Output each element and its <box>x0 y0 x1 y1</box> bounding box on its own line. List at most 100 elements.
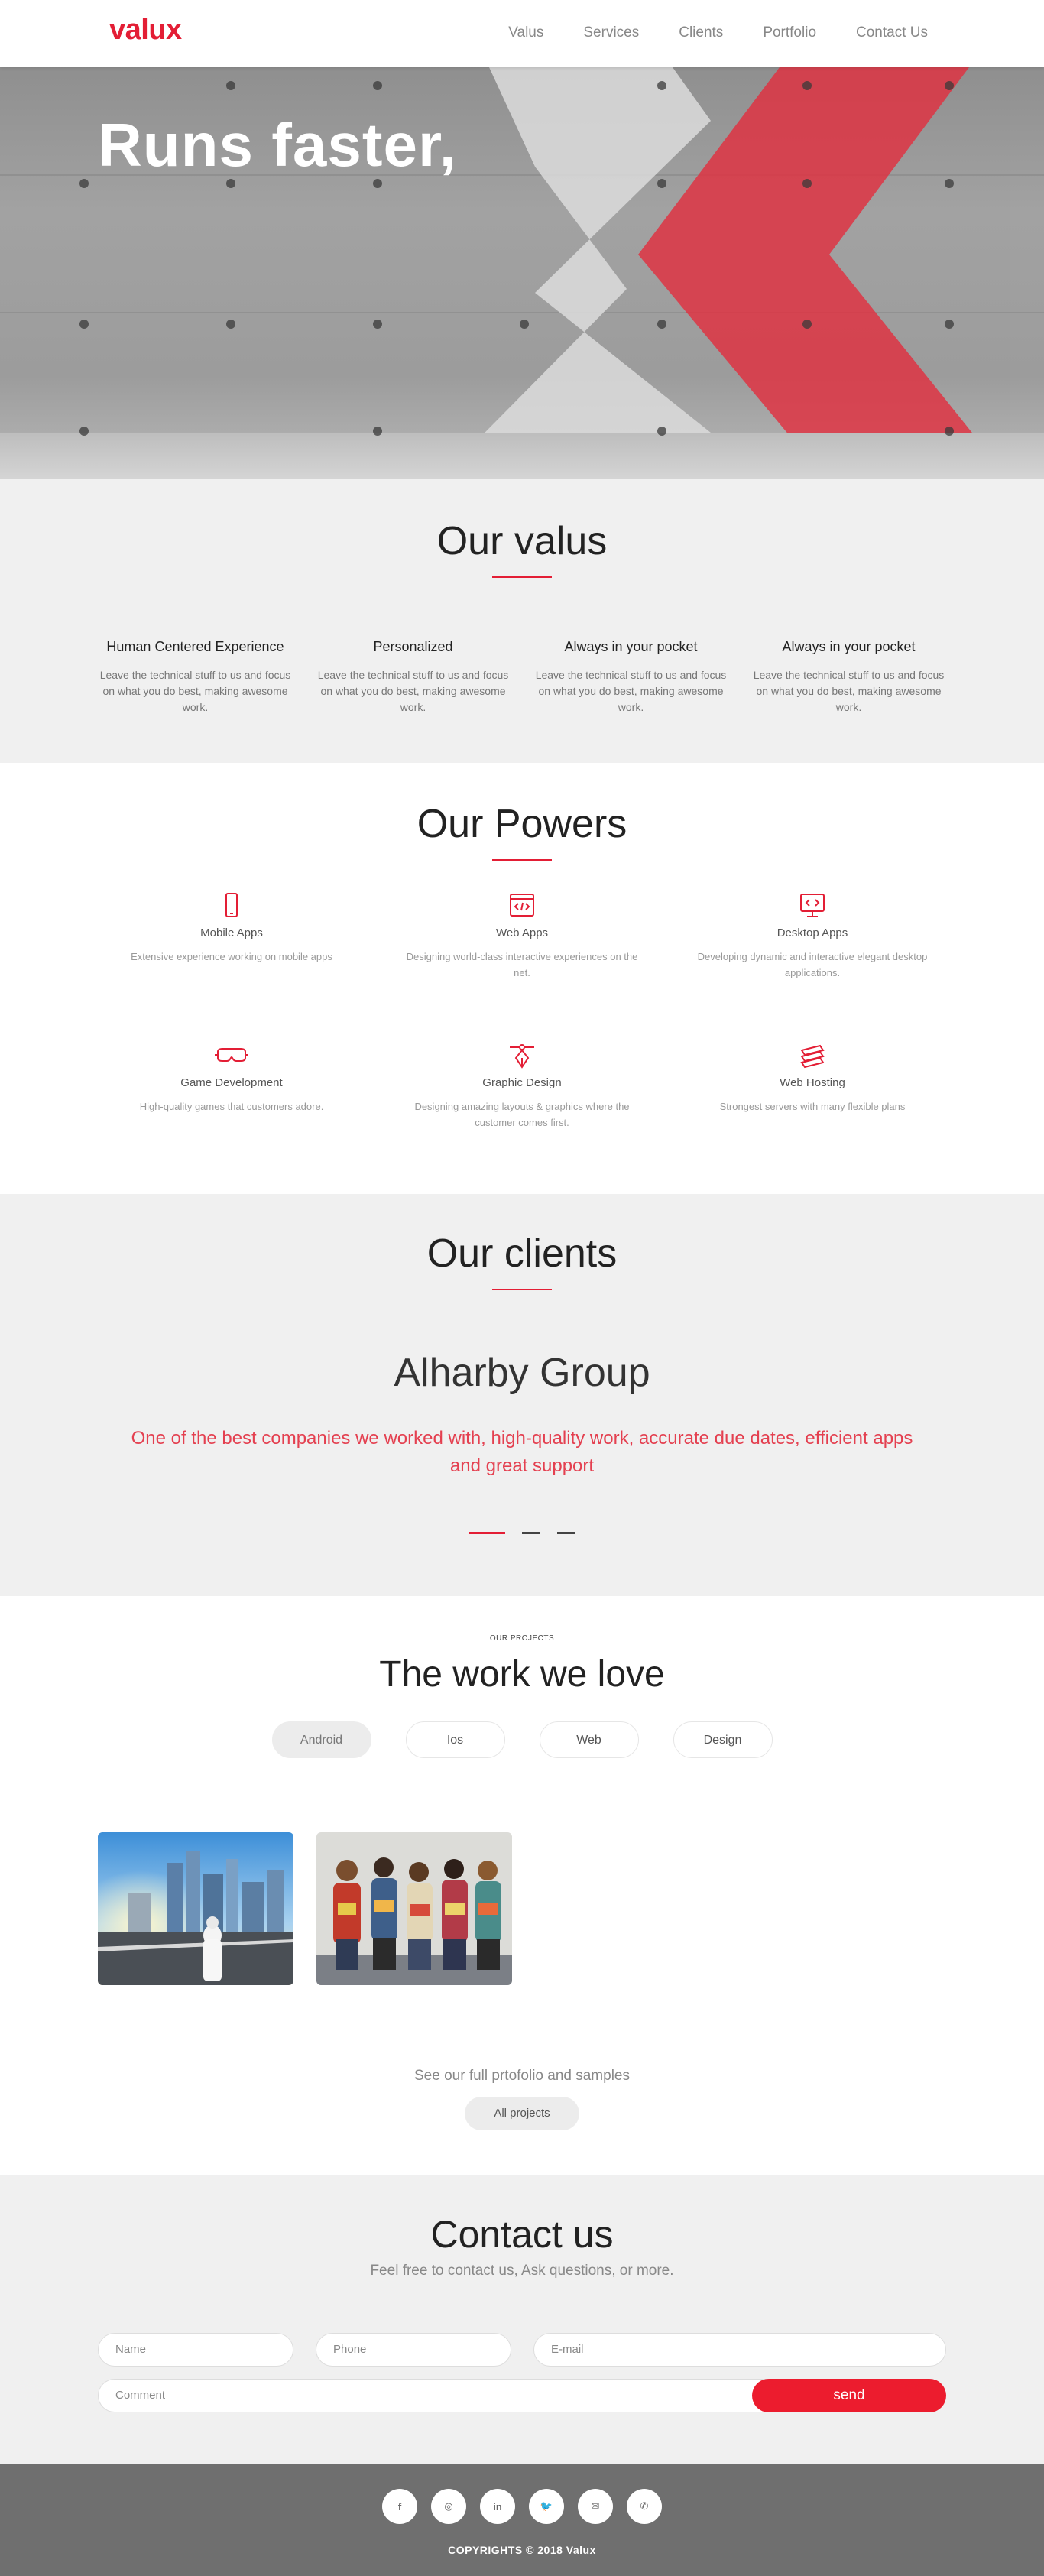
power-card-desktop-apps: Desktop Apps Developing dynamic and inte… <box>667 891 958 1041</box>
wall-hole <box>945 179 954 188</box>
linkedin-icon[interactable]: in <box>480 2489 515 2524</box>
power-text: Designing world-class interactive experi… <box>406 951 638 978</box>
value-text: Leave the technical stuff to us and focu… <box>535 669 727 713</box>
wall-hole <box>657 427 666 436</box>
wall-hole <box>657 179 666 188</box>
power-text: Developing dynamic and interactive elega… <box>697 951 928 978</box>
wall-hole <box>657 320 666 329</box>
filter-ios[interactable]: Ios <box>405 1721 505 1758</box>
power-title: Web Apps <box>495 926 549 939</box>
power-text: High-quality games that customers adore. <box>139 1101 324 1112</box>
section-title: Our Powers <box>417 802 627 846</box>
title-underline <box>492 576 552 578</box>
phone-field[interactable]: Phone <box>316 2333 511 2367</box>
vr-headset-icon <box>86 1041 377 1070</box>
filter-android[interactable]: Android <box>271 1721 371 1758</box>
client-testimonial: One of the best companies we worked with… <box>131 1428 913 1476</box>
section-title: The work we love <box>379 1654 665 1695</box>
twitter-icon[interactable]: 🐦 <box>529 2489 564 2524</box>
value-title: Always in your pocket <box>564 639 698 654</box>
project-thumbnail-people[interactable] <box>316 1832 512 1985</box>
contact-form-row: Comment send <box>98 2379 946 2412</box>
section-title: Contact us <box>430 2213 614 2256</box>
contact-subtitle: Feel free to contact us, Ask questions, … <box>370 2263 674 2279</box>
project-gallery <box>98 1832 1044 1985</box>
power-card-game-development: Game Development High-quality games that… <box>86 1041 377 1191</box>
carousel-dot-active[interactable] <box>469 1532 505 1534</box>
wall-hole <box>802 179 812 188</box>
title-underline <box>492 859 552 861</box>
wall-hole <box>802 81 812 90</box>
email-field[interactable]: E-mail <box>533 2333 946 2367</box>
contact-section: Contact us Feel free to contact us, Ask … <box>0 2175 1044 2464</box>
filter-design[interactable]: Design <box>673 1721 773 1758</box>
wall-hole <box>226 320 235 329</box>
desktop-icon <box>667 891 958 920</box>
power-text: Strongest servers with many flexible pla… <box>719 1101 906 1112</box>
wall-hole <box>945 427 954 436</box>
email-icon[interactable]: ✉ <box>578 2489 613 2524</box>
section-title: Our valus <box>436 519 608 563</box>
value-title: Personalized <box>373 639 453 654</box>
carousel-indicators <box>0 1532 1044 1534</box>
value-text: Leave the technical stuff to us and focu… <box>753 669 945 713</box>
facebook-icon[interactable]: f <box>382 2489 417 2524</box>
power-title: Game Development <box>180 1076 283 1089</box>
nav-item-contact-us[interactable]: Contact Us <box>856 24 928 41</box>
server-layers-icon <box>667 1041 958 1070</box>
power-card-mobile-apps: Mobile Apps Extensive experience working… <box>86 891 377 1041</box>
wall-hole <box>520 320 529 329</box>
project-filters: Android Ios Web Design <box>0 1721 1044 1758</box>
portfolio-prompt: See our full prtofolio and samples <box>414 2068 630 2084</box>
web-code-icon <box>377 891 667 920</box>
wall-hole <box>945 81 954 90</box>
send-button[interactable]: send <box>752 2379 946 2412</box>
phone-icon[interactable]: ✆ <box>627 2489 662 2524</box>
value-card: Always in your pocket Leave the technica… <box>751 639 946 715</box>
all-projects-button[interactable]: All projects <box>465 2097 579 2130</box>
power-card-web-hosting: Web Hosting Strongest servers with many … <box>667 1041 958 1191</box>
carousel-dot[interactable] <box>557 1532 575 1534</box>
projects-section: OUR PROJECTS The work we love Android Io… <box>0 1596 1044 2175</box>
values-section: Our valus Human Centered Experience Leav… <box>0 479 1044 763</box>
wall-hole <box>79 179 89 188</box>
value-text: Leave the technical stuff to us and focu… <box>317 669 509 713</box>
wall-hole <box>802 320 812 329</box>
project-thumbnail-city[interactable] <box>98 1832 293 1985</box>
hero-headline: Runs faster, <box>98 111 457 179</box>
nav-item-valus[interactable]: Valus <box>508 24 543 41</box>
name-field[interactable]: Name <box>98 2333 293 2367</box>
carousel-dot[interactable] <box>522 1532 540 1534</box>
valux-logo[interactable]: valux <box>109 14 182 47</box>
wall-hole <box>373 81 382 90</box>
client-name: Alharby Group <box>394 1351 650 1395</box>
power-text: Designing amazing layouts & graphics whe… <box>414 1101 630 1128</box>
filter-web[interactable]: Web <box>539 1721 639 1758</box>
nav-item-clients[interactable]: Clients <box>679 24 723 41</box>
value-title: Always in your pocket <box>782 639 916 654</box>
nav-menu: Valus Services Clients Portfolio Contact… <box>469 24 928 41</box>
footer: f ◎ in 🐦 ✉ ✆ COPYRIGHTS © 2018 Valux <box>0 2464 1044 2576</box>
wall-hole <box>373 320 382 329</box>
wall-hole <box>79 427 89 436</box>
wall-hole <box>657 81 666 90</box>
power-title: Desktop Apps <box>777 926 848 939</box>
power-title: Mobile Apps <box>200 926 263 939</box>
powers-section: Our Powers Mobile Apps Extensive experie… <box>0 763 1044 1194</box>
power-card-graphic-design: Graphic Design Designing amazing layouts… <box>377 1041 667 1191</box>
hero-floor <box>0 433 1044 479</box>
hero-banner: Runs faster, <box>0 67 1044 479</box>
instagram-icon[interactable]: ◎ <box>431 2489 466 2524</box>
top-navbar: valux Valus Services Clients Portfolio C… <box>0 0 1044 67</box>
nav-item-portfolio[interactable]: Portfolio <box>763 24 816 41</box>
nav-item-services[interactable]: Services <box>583 24 639 41</box>
value-card: Always in your pocket Leave the technica… <box>533 639 728 715</box>
wall-hole <box>226 81 235 90</box>
wall-hole <box>373 427 382 436</box>
clients-section: Our clients Alharby Group One of the bes… <box>0 1194 1044 1596</box>
section-kicker: OUR PROJECTS <box>489 1634 555 1643</box>
title-underline <box>492 1289 552 1290</box>
social-links: f ◎ in 🐦 ✉ ✆ <box>0 2489 1044 2524</box>
value-card: Personalized Leave the technical stuff t… <box>316 639 511 715</box>
contact-form-row: Name Phone E-mail <box>98 2333 946 2367</box>
